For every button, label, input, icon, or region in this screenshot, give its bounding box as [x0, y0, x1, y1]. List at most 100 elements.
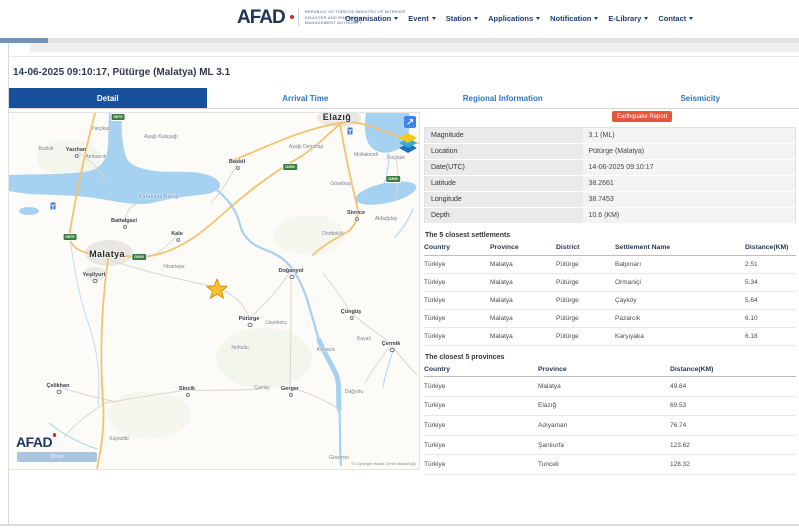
nav-item-station[interactable]: Station	[446, 14, 478, 23]
map-canvas[interactable]	[9, 113, 419, 469]
nav-item-contact[interactable]: Contact	[658, 14, 693, 23]
column-header-distance-km: Distance(KM)	[670, 362, 796, 377]
column-header-country: Country	[424, 362, 538, 377]
settlement-row: TürkiyeMalatyaPütürgeOrmaniçi5.34	[424, 273, 796, 291]
tab-bar: DetailArrival TimeRegional InformationSe…	[9, 88, 799, 109]
table-cell: Malatya	[490, 255, 556, 273]
detail-value: 38.2661	[583, 176, 796, 192]
settlement-row: TürkiyeMalatyaPütürgePazarcık6.10	[424, 309, 796, 327]
table-cell: Pazarcık	[615, 309, 745, 327]
detail-value: 3.1 (ML)	[583, 128, 796, 144]
detail-row-date-utc: Date(UTC)14-06-2025 09:10:17	[425, 160, 796, 176]
table-cell: Malatya	[490, 273, 556, 291]
nav-item-event[interactable]: Event	[408, 14, 435, 23]
map-attribution: © Copyright Harita Genel Müdürlüğü	[351, 461, 416, 466]
table-cell: 123.62	[670, 435, 796, 455]
column-header-province: Province	[538, 362, 670, 377]
detail-row-latitude: Latitude38.2661	[425, 176, 796, 192]
table-cell: 6.10	[745, 309, 796, 327]
detail-row-magnitude: Magnitude3.1 (ML)	[425, 128, 796, 144]
province-row: TürkiyeŞanlıurfa123.62	[424, 435, 796, 455]
nav-item-notification[interactable]: Notification	[550, 14, 598, 23]
chevron-down-icon	[689, 17, 693, 20]
detail-row-longitude: Longitude38.7453	[425, 192, 796, 208]
map-scale-control[interactable]: 20 km	[17, 452, 97, 462]
afad-logo-text: AFAD	[237, 8, 285, 27]
table-cell: Şanlıurfa	[538, 435, 670, 455]
table-cell: Türkiye	[424, 255, 490, 273]
table-cell: 49.64	[670, 377, 796, 397]
detail-label: Depth	[425, 208, 583, 224]
table-cell: 5.64	[745, 291, 796, 309]
road-shield-d300: D300	[385, 175, 401, 183]
map-fullscreen-button[interactable]	[404, 116, 416, 128]
table-cell: Türkiye	[424, 309, 490, 327]
terrain-patch	[107, 391, 191, 439]
table-cell: Pütürge	[556, 291, 615, 309]
column-header-province: Province	[490, 240, 556, 255]
province-row: TürkiyeMalatya49.64	[424, 377, 796, 397]
table-cell: Malatya	[538, 377, 670, 397]
settlement-row: TürkiyeMalatyaPütürgeKarşıyaka6.18	[424, 327, 796, 345]
table-cell: Elazığ	[538, 396, 670, 416]
table-cell: Türkiye	[424, 327, 490, 345]
detail-label: Latitude	[425, 176, 583, 192]
provinces-section-title: The closest 5 provinces	[425, 354, 796, 361]
detail-value: 10.6 (KM)	[583, 208, 796, 224]
table-cell: Çayköy	[615, 291, 745, 309]
content-top-border	[8, 56, 799, 57]
logo-divider	[298, 9, 299, 26]
nav-item-applications[interactable]: Applications	[488, 14, 540, 23]
nav-item-e-library[interactable]: E-Library	[608, 14, 648, 23]
chevron-down-icon	[432, 17, 436, 20]
detail-label: Date(UTC)	[425, 160, 583, 176]
table-cell: Türkiye	[424, 273, 490, 291]
map-afad-watermark: AFAD	[16, 435, 52, 449]
urban-area-yesilyurt	[83, 267, 107, 281]
tab-arrival-time[interactable]: Arrival Time	[207, 88, 405, 108]
table-cell: Türkiye	[424, 455, 538, 475]
road-shield-d300: D300	[282, 163, 298, 171]
column-header-settlement-name: Settlement Name	[615, 240, 745, 255]
table-cell: Türkiye	[424, 435, 538, 455]
map-layers-icon[interactable]	[399, 133, 417, 153]
map[interactable]: MalatyaElazığYazıhanBattalgaziYeşilyurtB…	[8, 112, 420, 470]
road-shield-0875: 0875	[63, 233, 78, 241]
table-cell: Malatya	[490, 291, 556, 309]
province-row: TürkiyeAdıyaman76.74	[424, 416, 796, 436]
table-cell: Malatya	[490, 309, 556, 327]
table-cell: 128.32	[670, 455, 796, 475]
road-shield-d300: D300	[131, 253, 147, 261]
province-row: TürkiyeTunceli128.32	[424, 455, 796, 475]
table-cell: Pütürge	[556, 273, 615, 291]
chevron-down-icon	[594, 17, 598, 20]
detail-value: Pütürge (Malatya)	[583, 144, 796, 160]
junction-sign-icon	[347, 127, 354, 136]
table-cell: Balpınarı	[615, 255, 745, 273]
chevron-down-icon	[536, 17, 540, 20]
province-row: TürkiyeElazığ69.53	[424, 396, 796, 416]
content-bottom-border	[0, 524, 799, 526]
expand-arrow-icon	[406, 118, 414, 126]
event-details-table: Magnitude3.1 (ML)LocationPütürge (Malaty…	[424, 127, 796, 224]
detail-label: Longitude	[425, 192, 583, 208]
table-cell: 5.34	[745, 273, 796, 291]
table-cell: Pütürge	[556, 327, 615, 345]
detail-value: 14-06-2025 09:10:17	[583, 160, 796, 176]
epicenter-star-marker[interactable]	[207, 279, 228, 298]
detail-panel: Earthquake Report Magnitude3.1 (ML)Locat…	[424, 108, 796, 475]
table-cell: Pütürge	[556, 255, 615, 273]
main-nav: Organisation Event Station Applications Noti…	[345, 14, 693, 23]
table-cell: 69.53	[670, 396, 796, 416]
small-lake	[19, 207, 39, 215]
table-cell: Türkiye	[424, 377, 538, 397]
settlements-table: CountryProvinceDistrictSettlement NameDi…	[424, 240, 796, 346]
tab-detail[interactable]: Detail	[9, 88, 207, 108]
table-cell: Adıyaman	[538, 416, 670, 436]
tab-regional-information[interactable]: Regional Information	[404, 88, 602, 108]
detail-row-location: LocationPütürge (Malatya)	[425, 144, 796, 160]
tab-seismicity[interactable]: Seismicity	[602, 88, 799, 108]
settlement-row: TürkiyeMalatyaPütürgeBalpınarı2.51	[424, 255, 796, 273]
nav-item-organisation[interactable]: Organisation	[345, 14, 398, 23]
earthquake-report-button[interactable]: Earthquake Report	[612, 111, 672, 122]
